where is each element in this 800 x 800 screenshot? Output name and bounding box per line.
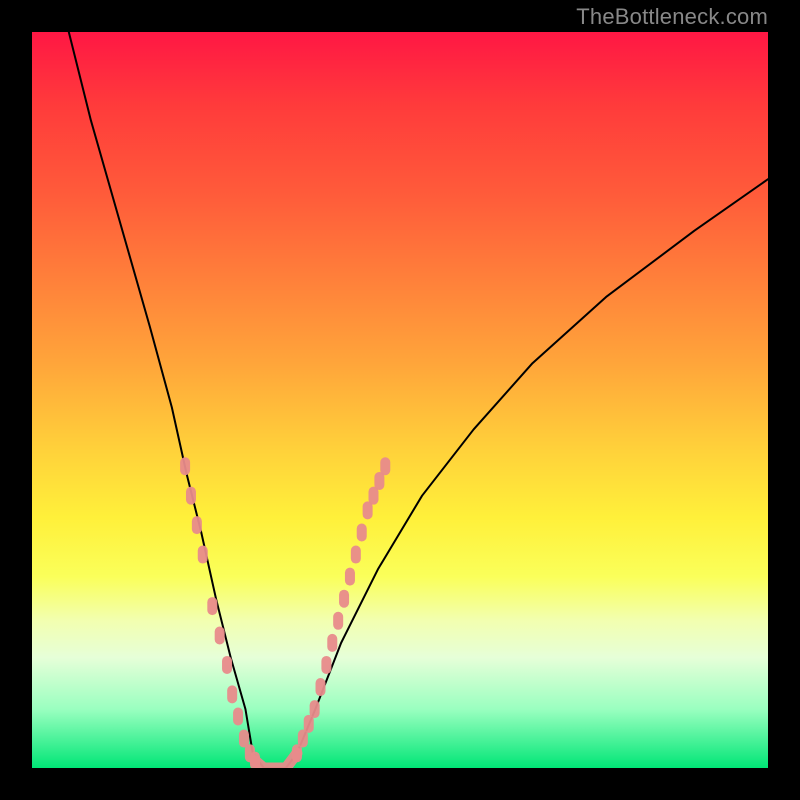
watermark-text: TheBottleneck.com — [576, 4, 768, 30]
marker-dots-left-dot — [215, 627, 225, 645]
marker-dots-right-dot — [321, 656, 331, 674]
marker-dots-right-dot — [374, 472, 384, 490]
marker-dots-left-dot — [192, 516, 202, 534]
marker-dots-right-dot — [298, 730, 308, 748]
marker-dots-right-dot — [351, 546, 361, 564]
marker-dots-left-dot — [227, 685, 237, 703]
marker-dots-right-dot — [339, 590, 349, 608]
marker-dots-right-dot — [333, 612, 343, 630]
marker-dots-left-dot — [239, 730, 249, 748]
marker-dots-right-dot — [380, 457, 390, 475]
plot-area — [32, 32, 768, 768]
marker-dots-right-dot — [369, 487, 379, 505]
chart-frame: TheBottleneck.com — [0, 0, 800, 800]
marker-dots-right-dot — [357, 523, 367, 541]
marker-dots-right-dot — [310, 700, 320, 718]
marker-dots-right-dot — [345, 568, 355, 586]
marker-dots-right-dot — [327, 634, 337, 652]
marker-dots-right-dot — [304, 715, 314, 733]
marker-dots-left-dot — [207, 597, 217, 615]
marker-dots-left-dot — [233, 707, 243, 725]
marker-dots-left-dot — [198, 546, 208, 564]
marker-bottom — [255, 753, 297, 768]
bottleneck-curve — [69, 32, 768, 768]
chart-svg — [32, 32, 768, 768]
marker-dots-right-dot — [316, 678, 326, 696]
marker-dots-left-dot — [180, 457, 190, 475]
marker-dots-left-dot — [222, 656, 232, 674]
marker-dots-right-dot — [363, 501, 373, 519]
marker-dots-left-dot — [186, 487, 196, 505]
